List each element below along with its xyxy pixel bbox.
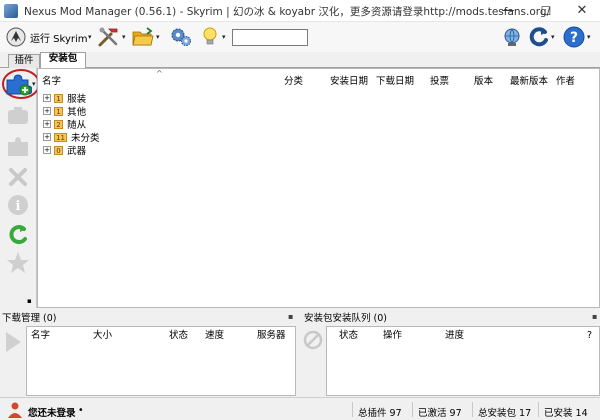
svg-text:?: ? — [570, 30, 578, 46]
category-count-badge: 0 — [54, 145, 64, 155]
download-panel-title: 下载管理 (0) — [2, 313, 57, 324]
download-panel-pin-icon[interactable]: ▪ — [288, 312, 293, 321]
login-status[interactable]: 您还未登录 — [28, 405, 76, 419]
maximize-button[interactable]: ☐ — [528, 0, 564, 22]
mod-list[interactable]: ^ 名字 分类 安装日期 下载日期 投票 版本 最新版本 作者 + 1 服装 +… — [37, 68, 600, 308]
package-action-bar: ▾ i ▪ — [0, 68, 40, 308]
column-header-version[interactable]: 版本 — [474, 73, 493, 91]
lightbulb-icon[interactable] — [200, 26, 220, 48]
column-header-endorse[interactable]: 投票 — [430, 73, 449, 91]
queue-help-icon[interactable]: ? — [587, 329, 592, 343]
queue-panel-title: 安装包安装队列 (0) — [304, 313, 387, 324]
status-divider — [538, 402, 539, 417]
column-header-download-date[interactable]: 下载日期 — [376, 73, 414, 91]
expand-icon[interactable]: + — [43, 94, 51, 102]
category-row[interactable]: + 1 服装 — [43, 91, 86, 105]
queue-column-status[interactable]: 状态 — [339, 329, 358, 343]
tools-icon[interactable] — [97, 26, 121, 48]
category-row[interactable]: + 0 武器 — [43, 143, 87, 157]
download-column-speed[interactable]: 速度 — [205, 329, 224, 343]
network-globe-icon[interactable] — [500, 26, 524, 48]
delete-mod-icon[interactable] — [4, 164, 32, 190]
run-dropdown-arrow[interactable]: ▾ — [88, 33, 92, 41]
column-header-install-date[interactable]: 安装日期 — [330, 73, 368, 91]
skyrim-logo-icon[interactable] — [6, 27, 26, 47]
expand-icon[interactable]: + — [43, 120, 51, 128]
search-input[interactable] — [232, 29, 308, 46]
download-column-server[interactable]: 服务器 — [257, 329, 286, 343]
help-icon[interactable]: ? — [563, 26, 585, 48]
column-header-latest-version[interactable]: 最新版本 — [510, 73, 548, 91]
expand-icon[interactable]: + — [43, 107, 51, 115]
category-row[interactable]: + 2 随从 — [43, 117, 86, 131]
status-divider — [412, 402, 413, 417]
status-divider — [472, 402, 473, 417]
tab-strip: 插件 安装包 — [0, 52, 600, 69]
cancel-queue-icon[interactable] — [303, 330, 323, 350]
title-bar: Nexus Mod Manager (0.56.1) - Skyrim | 幻の… — [0, 0, 600, 22]
folder-icon[interactable] — [131, 26, 155, 48]
add-mod-icon[interactable] — [4, 72, 33, 98]
tab-plugins[interactable]: 插件 — [8, 54, 40, 68]
queue-panel-pin-icon[interactable]: ▪ — [592, 312, 597, 321]
category-row[interactable]: + 1 其他 — [43, 104, 86, 118]
download-list[interactable]: 名字 大小 状态 速度 服务器 — [26, 326, 296, 396]
refresh-icon[interactable] — [528, 26, 550, 48]
download-column-size[interactable]: 大小 — [93, 329, 112, 343]
add-mod-dropdown-arrow[interactable]: ▾ — [32, 80, 36, 88]
help-dropdown-arrow[interactable]: ▾ — [587, 33, 591, 41]
pin-icon[interactable]: ▪ — [27, 297, 32, 305]
svg-text:i: i — [16, 199, 21, 214]
download-column-status[interactable]: 状态 — [169, 329, 188, 343]
resume-download-icon[interactable] — [3, 330, 23, 354]
column-header-author[interactable]: 作者 — [556, 73, 575, 91]
close-button[interactable]: ✕ — [564, 0, 600, 22]
endorse-star-icon[interactable] — [4, 250, 32, 276]
login-dropdown-dot[interactable]: • — [78, 405, 84, 416]
user-avatar-icon[interactable] — [6, 401, 24, 419]
category-count-badge: 1 — [54, 106, 64, 116]
active-plugins-count: 已激活 97 — [418, 408, 462, 419]
total-packages-count: 总安装包 17 — [478, 408, 532, 419]
tools-dropdown-arrow[interactable]: ▾ — [122, 33, 126, 41]
category-label: 武器 — [67, 146, 87, 157]
window-title: Nexus Mod Manager (0.56.1) - Skyrim | 幻の… — [24, 6, 551, 18]
category-count-badge: 1 — [54, 93, 64, 103]
install-queue-list[interactable]: 状态 操作 进度 ? — [326, 326, 600, 396]
queue-column-progress[interactable]: 进度 — [445, 329, 464, 343]
deactivate-mod-icon[interactable] — [4, 134, 32, 160]
status-bar: 您还未登录 • 总插件 97 已激活 97 总安装包 17 已安装 14 — [0, 397, 600, 420]
category-count-badge: 2 — [54, 119, 64, 129]
download-side-bar — [0, 326, 26, 396]
category-row[interactable]: + 11 未分类 — [43, 130, 100, 144]
app-icon — [4, 4, 18, 18]
sort-arrow-icon: ^ — [156, 69, 163, 78]
queue-column-operation[interactable]: 操作 — [383, 329, 402, 343]
expand-icon[interactable]: + — [43, 146, 51, 154]
installed-packages-count: 已安装 14 — [544, 408, 588, 419]
activate-mod-icon[interactable] — [4, 104, 32, 130]
total-plugins-count: 总插件 97 — [358, 408, 402, 419]
check-update-icon[interactable] — [4, 222, 32, 248]
refresh-dropdown-arrow[interactable]: ▾ — [551, 33, 555, 41]
status-divider — [352, 402, 353, 417]
expand-icon[interactable]: + — [43, 133, 51, 141]
queue-side-bar — [300, 326, 326, 396]
column-header-name[interactable]: 名字 — [42, 73, 61, 91]
lightbulb-dropdown-arrow[interactable]: ▾ — [222, 33, 226, 41]
download-column-name[interactable]: 名字 — [31, 329, 50, 343]
info-icon[interactable]: i — [4, 192, 32, 218]
toolbar: 运行 Skyrim ▾ ▾ ▾ ▾ ▾ ? ▾ — [0, 22, 600, 52]
category-count-badge: 11 — [54, 132, 67, 142]
column-header-category[interactable]: 分类 — [284, 73, 303, 91]
minimize-button[interactable]: — — [490, 0, 526, 22]
tab-packages[interactable]: 安装包 — [40, 52, 86, 69]
settings-icon[interactable] — [169, 26, 193, 48]
folder-dropdown-arrow[interactable]: ▾ — [156, 33, 160, 41]
run-game-button[interactable]: 运行 Skyrim — [30, 30, 88, 45]
